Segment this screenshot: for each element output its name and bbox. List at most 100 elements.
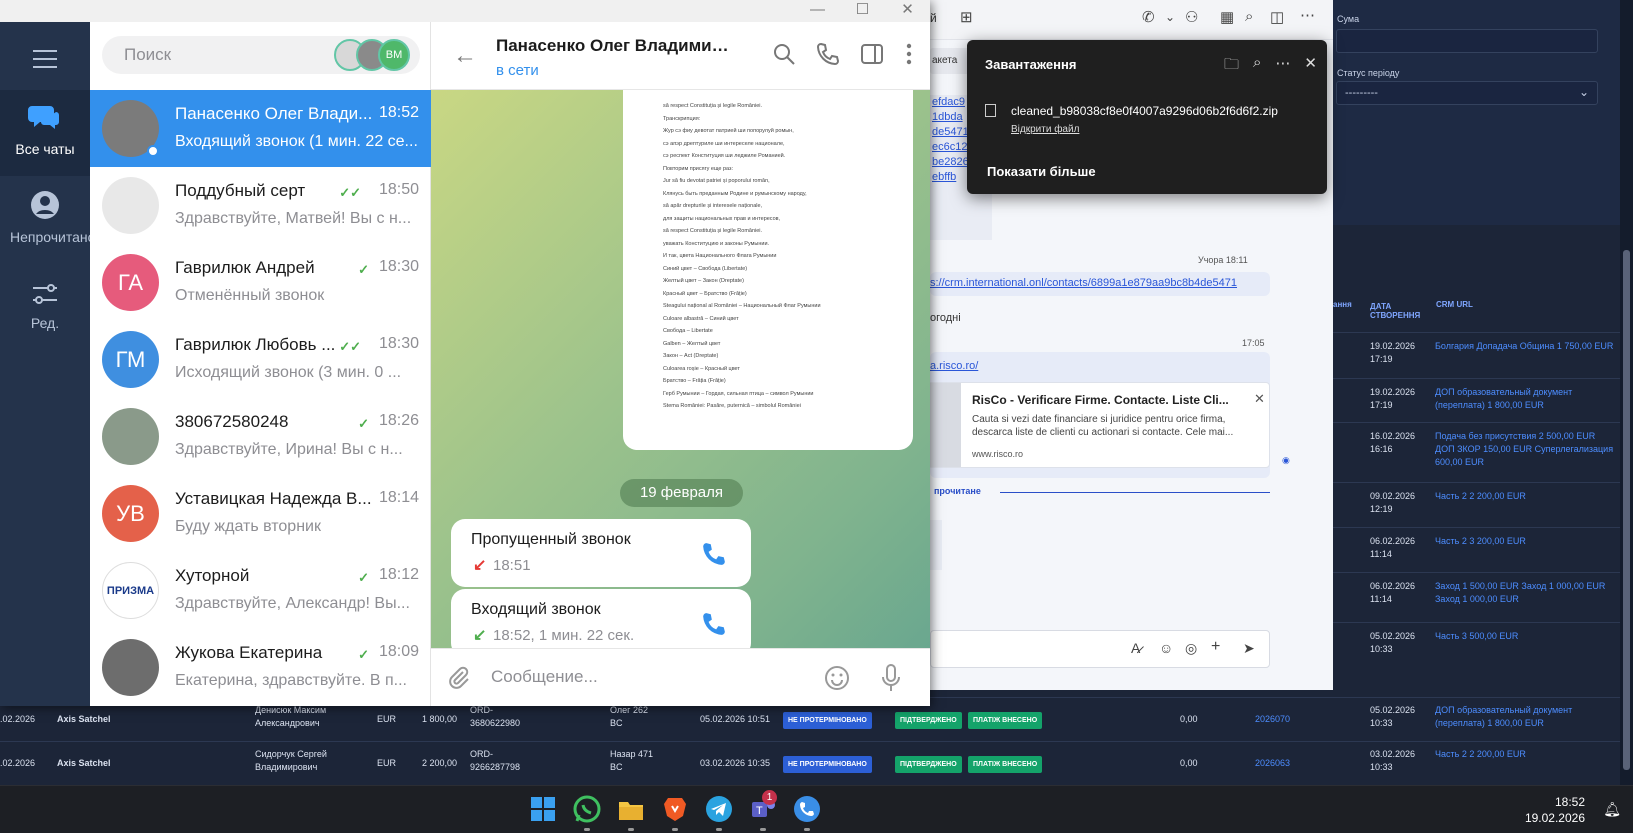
deal-number-link[interactable]: 2026070 [1255,713,1290,726]
message-input[interactable]: Сообщение... [491,667,598,687]
call-meta: 18:52, 1 мин. 22 сек. [493,627,635,644]
conversation-title[interactable]: Панасенко Олег Владимир... [496,36,736,56]
crm-url-link[interactable]: Болгария Допадача Община 1 750,00 EUR [1435,340,1615,353]
format-icon[interactable]: A̷ [1131,640,1140,656]
table-row [1330,622,1620,623]
risco-link[interactable]: a.risco.ro/ [930,360,978,372]
microphone-icon[interactable] [881,663,901,693]
document-line: Culoare albastră – Синий цвет [663,315,739,322]
menu-icon[interactable] [33,50,57,74]
crm-url-link[interactable]: ДОП образовательный документ (переплата)… [1435,704,1615,730]
document-photo[interactable]: să respect Constituția și legile Românie… [623,90,913,450]
phone-icon[interactable]: ✆ [1142,8,1155,26]
plus-icon[interactable]: + [1211,638,1220,656]
link-preview-card[interactable]: RisCo - Verificare Firme. Contacte. List… [930,382,1270,468]
more-icon[interactable]: ⋯ [1300,6,1315,24]
show-more-button[interactable]: Показати більше [987,164,1096,179]
column-header-created[interactable]: ДАТА СТВОРЕННЯ [1370,302,1425,320]
folder-all-chats[interactable]: Все чаты [0,90,90,176]
chat-time: 18:30 [378,258,419,275]
bell-icon[interactable]: 🔔︎ [1603,801,1621,818]
whatsapp-icon[interactable] [572,794,602,824]
table-row[interactable]: .02.2026 Axis Satchel Сидорчук Сергей Влад… [0,741,1620,785]
crm-url-link[interactable]: Часть 2 2 200,00 EUR [1435,748,1615,761]
title-bar: — ☐ ✕ [0,0,930,22]
client-cell: Денисюк Максим Александрович [255,705,327,728]
call-message[interactable]: Входящий звонок ↙ 18:52, 1 мин. 22 сек. [451,589,751,648]
chat-list-item[interactable]: УВ Уставицкая Надежда В... 18:14 Буду ждать… [90,475,431,552]
online-indicator [147,145,159,157]
more-icon[interactable]: ⋯ [1275,54,1290,79]
maximize-icon[interactable]: ☐ [840,0,885,20]
chat-list-item[interactable]: Поддубный серт ✓✓ 18:50 Здравствуйте, Матве… [90,167,431,244]
chat-list-item[interactable]: Панасенко Олег Влади... 18:52 Входящий зво… [90,90,431,167]
folder-edit[interactable]: Ред. [0,270,90,340]
message-compose[interactable]: A̷ ☺ ◎ + ➤ [930,630,1270,668]
phone-icon[interactable] [701,611,727,637]
message-time: 17:05 [1242,338,1265,348]
search-icon[interactable]: ⌕ [1245,8,1253,25]
telegram-icon[interactable] [704,794,734,824]
phone-icon[interactable] [816,42,840,66]
arrow-left-icon[interactable]: ← [453,42,477,70]
chat-time: 18:14 [378,489,419,506]
crm-url-link[interactable]: Часть 2 3 200,00 EUR [1435,535,1615,548]
period-status-select[interactable]: --------- ⌄ [1336,81,1598,105]
crm-url-link[interactable]: Часть 2 2 200,00 EUR [1435,490,1615,503]
crm-url-link[interactable]: ДОП образовательный документ (переплата)… [1435,386,1615,412]
clock-date: 19.02.2026 [1524,811,1585,825]
phone-app-icon[interactable] [792,794,822,824]
close-icon[interactable]: ✕ [1304,54,1317,79]
system-clock[interactable]: 18:52 19.02.2026 [1525,794,1585,826]
document-line: Закон – Act (Dreptate) [663,353,719,359]
minimize-icon[interactable]: — [795,0,840,20]
search-input[interactable]: Поиск ВМ [102,36,420,74]
download-filename[interactable]: cleaned_b98038cf8e0f4007a9296d06b2f6d6f2… [1011,104,1278,118]
deal-number-link[interactable]: 2026063 [1255,757,1290,770]
sidebar-icon[interactable]: ◫ [1270,8,1284,26]
sum-input[interactable] [1336,29,1598,53]
add-tab-icon[interactable]: ⊞ [960,8,973,26]
people-icon[interactable]: ⚇ [1185,8,1198,26]
document-line: Жур сэ фиу девотат патрией ши попорулуй … [663,128,794,134]
chat-name: Уставицкая Надежда В... [175,489,372,508]
brave-browser-icon[interactable] [660,794,690,824]
crm-contact-link[interactable]: s://crm.international.onl/contacts/6899a… [930,277,1237,289]
file-explorer-icon[interactable] [616,794,646,824]
column-header-crm-url[interactable]: CRM URL [1436,300,1473,309]
emoji-icon[interactable]: ☺ [1159,640,1173,656]
call-direction-icon: ↙ [473,557,487,574]
chat-list-item[interactable]: ПРИЗМА Хуторной ✓ 18:12 Здравствуйте, Алекса… [90,552,431,629]
more-vertical-icon[interactable] [904,42,914,66]
emoji-icon[interactable] [824,665,850,691]
open-file-link[interactable]: Відкрити файл [1011,124,1079,135]
phone-icon[interactable] [701,541,727,567]
chat-list-item[interactable]: ГМ Гаврилюк Любовь ... ✓✓ 18:30 Исходящий зв… [90,321,431,398]
close-icon[interactable]: ✕ [885,0,930,20]
call-message[interactable]: Пропущенный звонок ↙ 18:51 [451,519,751,587]
folder-icon[interactable]: 🗀 [1224,54,1239,79]
avatar[interactable]: ВМ [378,39,410,71]
search-icon[interactable]: ⌕ [1253,54,1261,79]
crm-url-link[interactable]: Заход 1 500,00 EUR Заход 1 000,00 EUR За… [1435,580,1615,606]
paperclip-icon[interactable] [447,666,471,690]
scrollbar-thumb[interactable] [1623,250,1630,770]
sidebar-icon[interactable] [860,42,884,66]
created-date: 19.02.2026 17:19 [1370,387,1416,410]
chat-list-item[interactable]: 380672580248 ✓ 18:26 Здравствуйте, Ирина! В… [90,398,431,475]
windows-start-icon[interactable] [528,794,558,824]
crm-url-link[interactable]: Часть 3 500,00 EUR [1435,630,1615,643]
chat-list-item[interactable]: Жукова Екатерина ✓ 18:09 Екатерина, здравст… [90,629,431,706]
folder-unread[interactable]: Непрочитано [0,176,95,266]
search-icon[interactable] [772,42,796,66]
read-check-icon: ✓✓ [339,339,361,354]
chevron-down-icon[interactable]: ⌄ [1165,10,1175,24]
document-line: Транскрипция: [663,115,701,122]
close-icon[interactable]: ✕ [1254,391,1265,407]
notification-badge: 1 [762,790,777,805]
sticker-icon[interactable]: ◎ [1185,640,1197,657]
crm-url-link[interactable]: Подача без присутствия 2 500,00 EUR ДОП … [1435,430,1615,469]
send-icon[interactable]: ➤ [1243,640,1255,657]
chat-list-item[interactable]: ГА Гаврилюк Андрей ✓ 18:30 Отменённый звонок [90,244,431,321]
apps-icon[interactable]: ▦ [1220,8,1234,26]
